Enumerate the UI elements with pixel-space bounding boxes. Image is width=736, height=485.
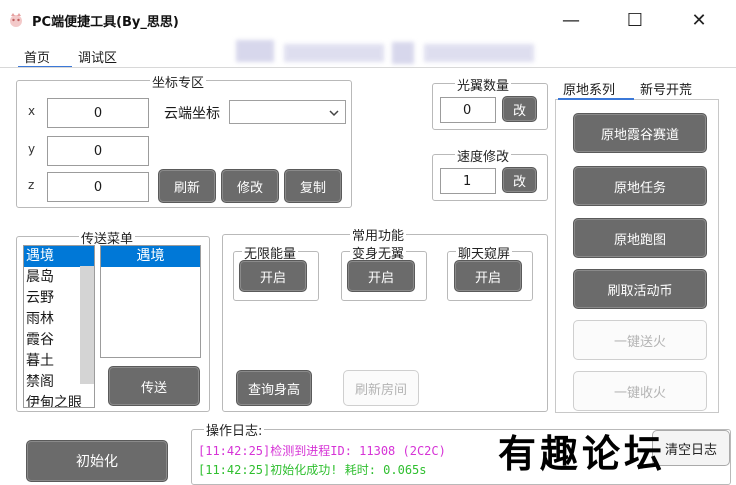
x-label: x [28,104,36,118]
tab-debug[interactable]: 调试区 [78,47,117,66]
tab-home[interactable]: 首页 [24,47,50,66]
cloud-coords-select[interactable] [229,100,346,124]
modify-coords-button[interactable]: 修改 [221,169,279,203]
log-legend: 操作日志: [204,420,265,439]
common-functions-legend: 常用功能 [350,225,407,244]
chevron-down-icon [329,110,339,117]
refresh-coords-button[interactable]: 刷新 [158,169,216,203]
window-title: PC端便捷工具(By_思思) [32,15,179,30]
light-wing-change-button[interactable]: 改 [502,96,537,122]
close-icon: ✕ [691,9,707,31]
speed-input[interactable]: 1 [440,168,496,194]
log-line: [11:42:25]检测到进程ID: 11308 (2C2C) [198,444,446,458]
teleport-send-button[interactable]: 传送 [108,366,200,406]
list-item[interactable]: 遇境 [101,246,200,267]
maximize-icon: ☐ [626,9,644,31]
initialize-button[interactable]: 初始化 [26,440,168,482]
redacted-block [392,42,414,64]
z-label: z [28,178,35,192]
minimize-icon: — [562,9,580,31]
list-scrollbar[interactable] [80,266,94,384]
infinite-energy-button[interactable]: 开启 [239,260,307,292]
redacted-block [236,40,274,62]
list-item[interactable]: 伊甸之眼 [24,393,94,407]
collect-fire-button[interactable]: 一键收火 [573,371,707,411]
in-place-quest-button[interactable]: 原地任务 [573,166,707,206]
farm-event-coin-button[interactable]: 刷取活动币 [573,269,707,309]
sub-location-list[interactable]: 遇境 [100,245,201,358]
light-wing-input[interactable]: 0 [440,97,496,123]
cloud-coords-label: 云端坐标 [164,106,220,122]
log-line: [11:42:25]初始化成功! 耗时: 0.065s [198,463,427,477]
in-place-valley-race-button[interactable]: 原地霞谷赛道 [573,113,707,153]
tab-new-account[interactable]: 新号开荒 [640,79,692,98]
minimize-button[interactable]: — [548,0,594,40]
light-wing-legend: 光翼数量 [455,75,512,94]
send-fire-button[interactable]: 一键送火 [573,320,707,360]
redacted-block [424,44,534,62]
maximize-button[interactable]: ☐ [612,0,658,40]
tab-in-place-underline [558,98,634,100]
in-place-run-map-button[interactable]: 原地跑图 [573,218,707,258]
wingless-button[interactable]: 开启 [347,260,415,292]
z-input[interactable]: 0 [47,172,149,202]
speed-legend: 速度修改 [455,146,512,165]
list-item[interactable]: 遇境 [24,246,94,267]
chat-peek-button[interactable]: 开启 [454,260,522,292]
tab-divider [0,67,736,68]
redacted-block [284,44,384,62]
query-height-button[interactable]: 查询身高 [236,370,312,406]
coords-legend: 坐标专区 [150,72,207,91]
x-input[interactable]: 0 [47,98,149,128]
app-icon [10,13,22,27]
y-label: y [28,142,36,156]
y-input[interactable]: 0 [47,136,149,166]
copy-coords-button[interactable]: 复制 [284,169,342,203]
refresh-room-button[interactable]: 刷新房间 [343,370,419,406]
close-button[interactable]: ✕ [676,0,722,40]
watermark-logo: 有趣论坛 [498,431,667,476]
tab-in-place-series[interactable]: 原地系列 [563,79,615,98]
speed-change-button[interactable]: 改 [502,167,537,193]
location-list[interactable]: 遇境 晨岛 云野 雨林 霞谷 暮土 禁阁 伊甸之眼 [23,245,95,408]
